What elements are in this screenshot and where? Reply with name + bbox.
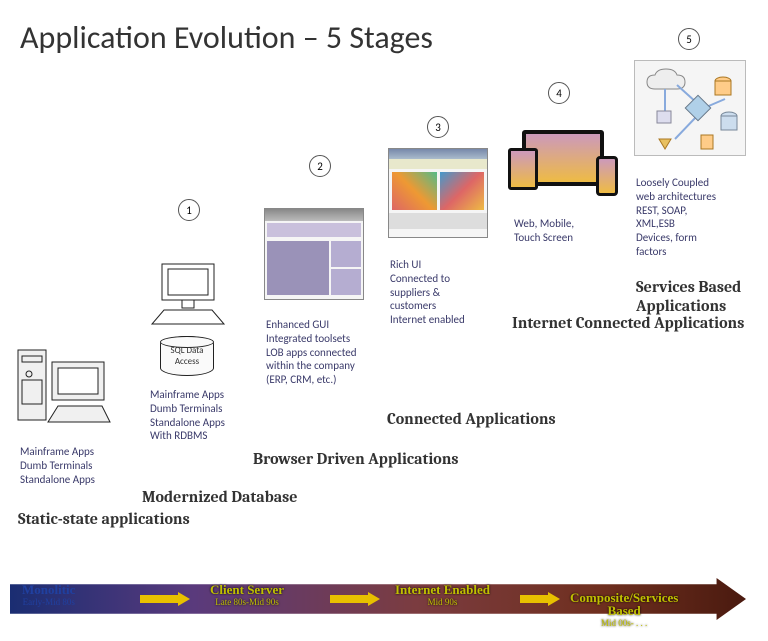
services-architecture-thumbnail — [634, 60, 746, 156]
stage-1-desc: Mainframe Apps Dumb Terminals Standalone… — [20, 445, 95, 486]
timeline-sep-icon — [330, 592, 380, 606]
stage-number-5: 5 — [678, 28, 700, 50]
mainframe-computer-icon — [14, 340, 114, 430]
stage-2-title: Browser Driven Applications — [253, 450, 459, 469]
sql-database-icon: SQL Data Access — [160, 336, 214, 376]
rich-ui-thumbnail — [388, 148, 488, 238]
timeline-era-1: Monolitic Early-Mid 80s — [22, 583, 75, 607]
stage-4-desc: Web, Mobile, Touch Screen — [514, 217, 574, 245]
stage-number-3: 3 — [427, 116, 449, 138]
timeline-era-4: Composite/Services Based Mid 00s- . . . — [570, 578, 678, 641]
stage-2-desc: Enhanced GUI Integrated toolsets LOB app… — [266, 318, 357, 387]
timeline-era-2: Client Server Late 80s-Mid 90s — [210, 583, 284, 607]
desktop-computer-icon — [148, 260, 228, 330]
modernized-db-desc: Mainframe Apps Dumb Terminals Standalone… — [150, 388, 225, 443]
devices-thumbnail — [508, 130, 618, 204]
timeline-arrow: Monolitic Early-Mid 80s Client Server La… — [10, 578, 746, 620]
stage-5-title: Services Based Applications — [636, 278, 768, 316]
stage-number-1: 1 — [178, 199, 200, 221]
modernized-db-title: Modernized Database — [142, 488, 297, 507]
stage-number-2: 2 — [309, 155, 331, 177]
stage-4-title: Internet Connected Applications — [512, 314, 744, 333]
stage-1-title: Static-state applications — [18, 510, 190, 529]
stage-number-4: 4 — [548, 82, 570, 104]
stage-5-desc: Loosely Coupled web architectures REST, … — [636, 176, 716, 259]
sql-label: SQL Data Access — [171, 345, 204, 367]
timeline-sep-icon — [520, 592, 560, 606]
timeline-era-3: Internet Enabled Mid 90s — [395, 583, 490, 607]
page-title: Application Evolution – 5 Stages — [20, 18, 433, 57]
timeline-sep-icon — [140, 592, 190, 606]
browser-app-thumbnail — [264, 208, 364, 300]
stage-3-desc: Rich UI Connected to suppliers & custome… — [390, 258, 465, 327]
stage-3-title: Connected Applications — [387, 410, 556, 429]
